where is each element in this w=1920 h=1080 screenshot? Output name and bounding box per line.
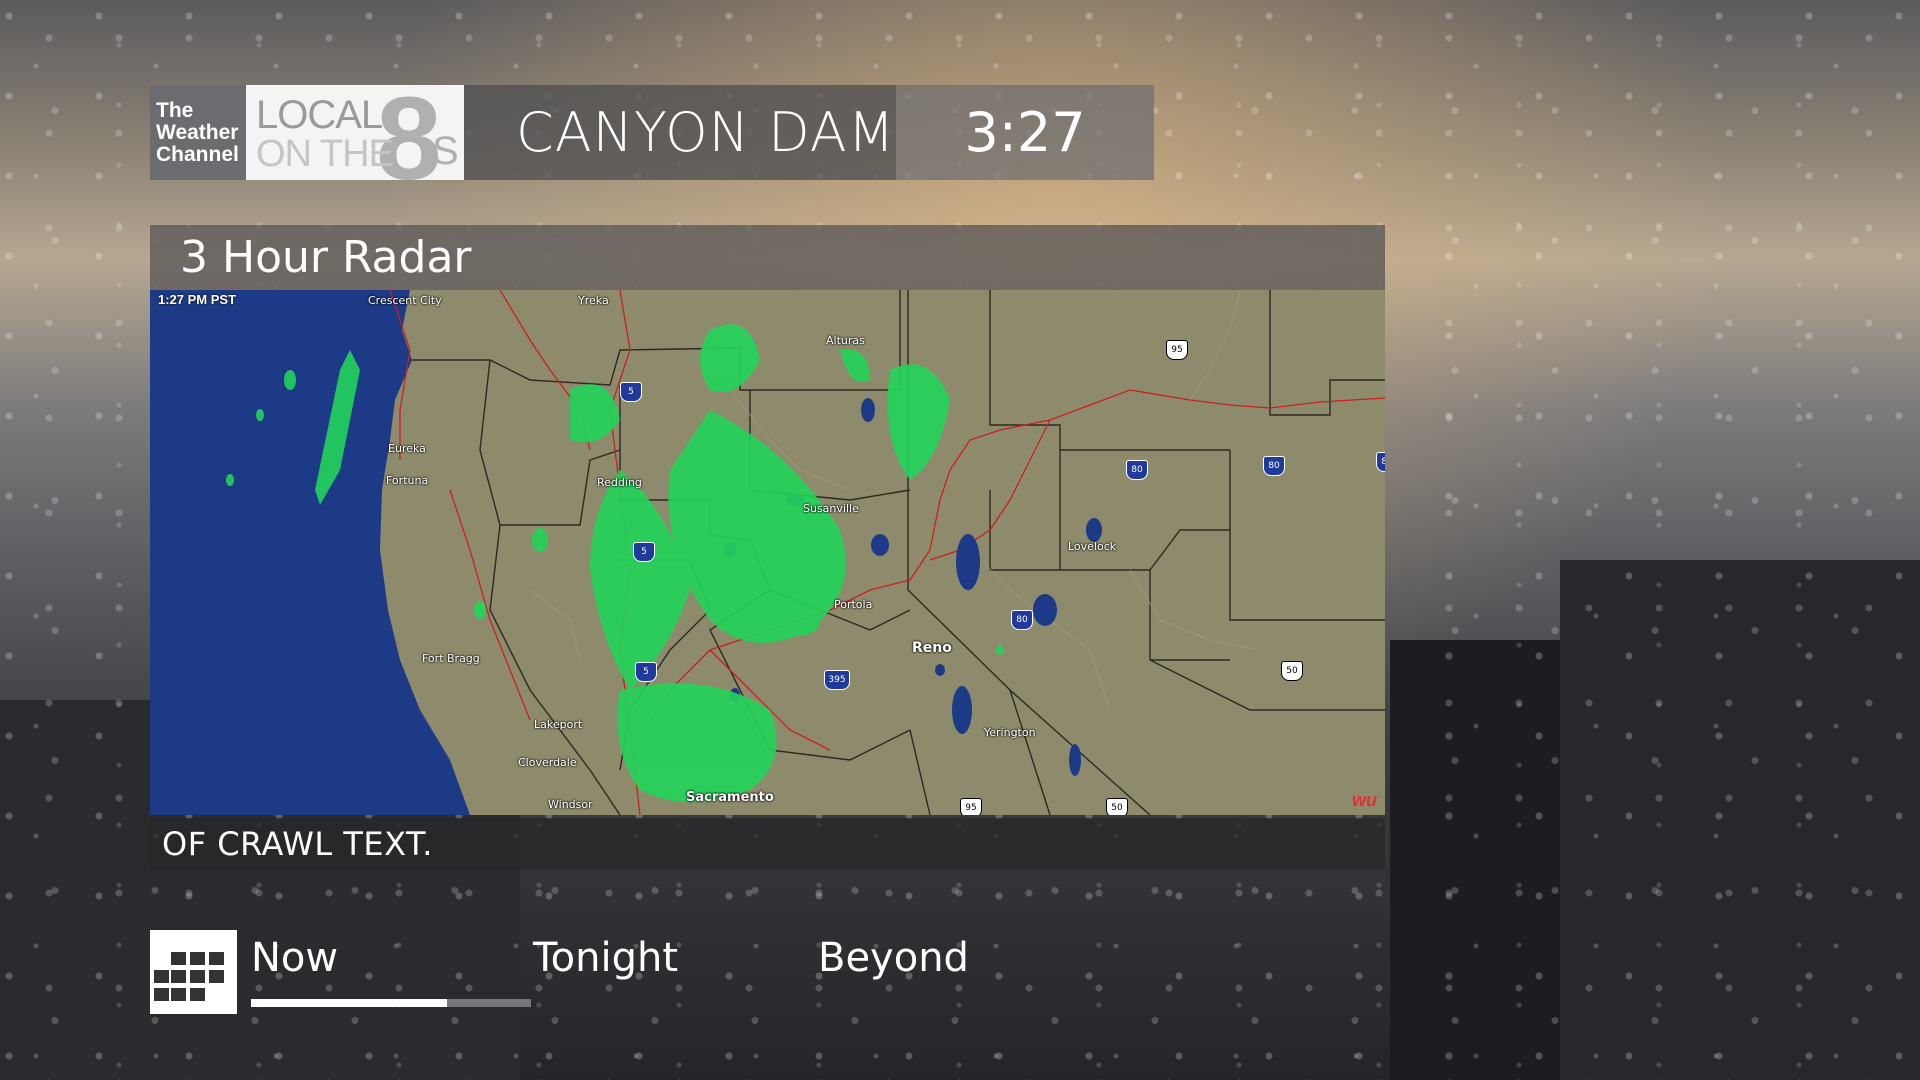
city-label: Yreka — [578, 294, 609, 307]
logo-onthe: ON THE — [256, 133, 394, 175]
us-highway-shield: 50 — [1281, 661, 1303, 681]
clock-time: 3:27 — [964, 101, 1086, 164]
calendar-icon — [150, 930, 237, 1014]
brand-line-3: Channel — [156, 142, 239, 166]
logo-s: S — [432, 129, 459, 173]
city-label: Yerington — [984, 726, 1036, 739]
interstate-shield: 5 — [633, 542, 655, 562]
radar-map: 1:27 PM PST Crescent City Yreka Alturas … — [150, 290, 1385, 815]
roads — [389, 290, 1385, 815]
city-label: Susanville — [803, 502, 859, 515]
city-label: Redding — [597, 476, 642, 489]
panel-title: 3 Hour Radar — [180, 232, 472, 283]
city-label: Lovelock — [1068, 540, 1117, 553]
crawl-text: OF CRAWL TEXT. — [162, 825, 433, 863]
city-label: Lakeport — [534, 718, 583, 731]
city-label: Fortuna — [386, 474, 429, 487]
interstate-shield: 80 — [1126, 460, 1148, 480]
us-highway-shield: 95 — [1166, 340, 1188, 360]
us-highway-shield: 395 — [824, 670, 850, 690]
city-label: Cloverdale — [518, 756, 577, 769]
nav-item-tonight[interactable]: Tonight — [533, 935, 678, 981]
city-label: Windsor — [548, 798, 593, 811]
panel-title-bar: 3 Hour Radar — [150, 225, 1385, 290]
interstate-shield: 80 — [1263, 456, 1285, 476]
local-on-the-8s-logo: 8 LOCAL ON THE S — [246, 85, 464, 180]
brand-line-2: Weather — [156, 120, 239, 144]
city-label: Fort Bragg — [422, 652, 480, 665]
clock-box: 3:27 — [896, 85, 1154, 180]
segment-progress-fill — [251, 999, 447, 1007]
ocean — [150, 290, 470, 815]
city-label: Sacramento — [686, 790, 774, 805]
city-name-box: CANYON DAM — [464, 85, 896, 180]
calendar-grid — [154, 952, 233, 1008]
interstate-shield: 80 — [1011, 610, 1033, 630]
city-label: Eureka — [388, 442, 426, 455]
logo-local: LOCAL — [256, 93, 383, 137]
weather-underground-logo: wu — [1352, 790, 1377, 810]
interstate-shield: 5 — [635, 662, 657, 682]
radar-map-graphic — [150, 290, 1385, 815]
nav-item-beyond[interactable]: Beyond — [818, 935, 969, 981]
city-name: CANYON DAM — [516, 101, 896, 164]
interstate-shield: 80 — [1376, 452, 1385, 472]
us-highway-shield: 50 — [1106, 798, 1128, 815]
nav-item-now[interactable]: Now — [251, 935, 338, 981]
weather-channel-logo: The Weather Channel — [150, 85, 246, 180]
brand-line-1: The — [156, 98, 194, 122]
crawl-bar: OF CRAWL TEXT. — [150, 818, 1385, 870]
radar-timestamp: 1:27 PM PST — [158, 292, 237, 307]
header-bar: The Weather Channel 8 LOCAL ON THE S CAN… — [150, 85, 1154, 180]
segment-progress-track — [251, 999, 531, 1007]
background-building-far — [1560, 560, 1920, 1080]
city-label: Portola — [834, 598, 873, 611]
us-highway-shield: 95 — [960, 798, 982, 815]
interstate-shield: 5 — [620, 382, 642, 402]
city-label: Crescent City — [368, 294, 442, 307]
city-label: Alturas — [826, 334, 865, 347]
city-label: Reno — [912, 640, 952, 656]
